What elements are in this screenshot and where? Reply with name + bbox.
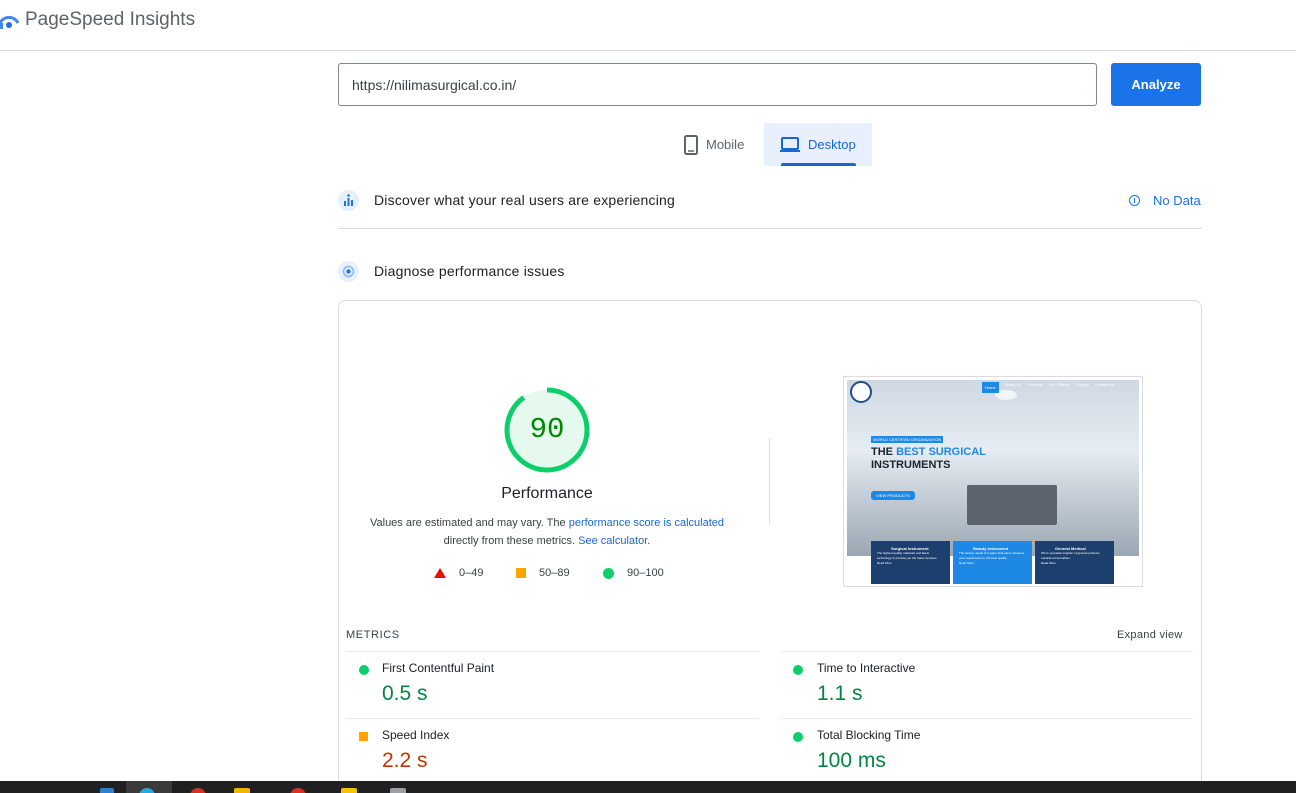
- edge-icon[interactable]: [100, 788, 114, 793]
- metric-value-speed-index: 2.2 s: [382, 749, 428, 772]
- thumb-box-text: The highest quality materials and latest…: [877, 551, 938, 560]
- thumb-heading-highlight: BEST SURGICAL: [896, 446, 986, 458]
- page-screenshot-thumbnail: Home About Us Products Our Offices Enqui…: [843, 376, 1143, 587]
- os-taskbar: [0, 781, 1296, 793]
- laptop-icon: [780, 136, 800, 152]
- no-data-label: No Data: [1153, 193, 1201, 208]
- tab-mobile-label: Mobile: [706, 137, 745, 152]
- thumb-box-more: Read More: [1041, 561, 1056, 565]
- desc-text-1: Values are estimated and may vary. The: [369, 517, 569, 529]
- thumb-nav-item: Products: [1027, 382, 1043, 387]
- operating-table-shape: [967, 485, 1057, 525]
- desc-text-2: directly from these metrics.: [443, 535, 579, 547]
- metric-label-fcp: First Contentful Paint: [382, 661, 495, 675]
- thumbnail-button: VIEW PRODUCTS: [871, 491, 915, 500]
- tab-selected-indicator: [781, 163, 856, 166]
- desc-end: .: [647, 535, 651, 547]
- metric-value-fcp: 0.5 s: [382, 682, 428, 705]
- metric-divider: [346, 718, 759, 719]
- thumb-box-more: Read More: [959, 561, 974, 565]
- thumbnail-box: Surgical Instrument The highest quality …: [871, 541, 950, 584]
- square-icon: [516, 568, 526, 578]
- thumbnail-nav: Home About Us Products Our Offices Enqui…: [982, 382, 1114, 393]
- thumb-nav-item: Home: [982, 382, 999, 393]
- metric-value-tti: 1.1 s: [817, 682, 863, 705]
- performance-description: Values are estimated and may vary. The p…: [358, 514, 736, 550]
- legend-good: 90–100: [603, 567, 664, 579]
- app-header: PageSpeed Insights: [0, 0, 1296, 51]
- tab-desktop[interactable]: Desktop: [764, 123, 872, 166]
- thumb-box-more: Read More: [877, 561, 892, 565]
- triangle-icon: [434, 568, 446, 578]
- legend-average: 50–89: [516, 567, 570, 579]
- no-data-status[interactable]: No Data: [1129, 193, 1201, 208]
- expand-view-toggle[interactable]: Expand view: [1117, 629, 1183, 641]
- good-circle-icon: [359, 665, 369, 675]
- see-calculator-link[interactable]: See calculator: [578, 535, 647, 547]
- thumb-heading-part: THE: [871, 446, 897, 458]
- thumbnail-box: General Medical We're specialist supplie…: [1035, 541, 1114, 584]
- good-circle-icon: [793, 665, 803, 675]
- app-icon[interactable]: [390, 788, 406, 793]
- info-icon: [1129, 195, 1140, 206]
- card-vertical-divider: [769, 438, 770, 524]
- metric-divider: [346, 651, 759, 652]
- field-data-title: Discover what your real users are experi…: [374, 192, 675, 208]
- metric-label-speed-index: Speed Index: [382, 728, 450, 742]
- thumb-box-text: The beauty needs of a salon best serve w…: [959, 551, 1025, 560]
- circle-icon: [603, 567, 614, 579]
- thumbnail-tag: WORLD CERTIFIED ORGANIZATION: [871, 436, 944, 443]
- performance-label: Performance: [501, 485, 593, 502]
- score-calculated-link[interactable]: performance score is calculated: [569, 517, 724, 529]
- thumb-heading-part: INSTRUMENTS: [871, 459, 951, 471]
- thumbnail-box: Beauty Instrument The beauty needs of a …: [953, 541, 1032, 584]
- thumb-nav-item: About Us: [1004, 382, 1022, 387]
- mobile-phone-icon: [684, 134, 698, 155]
- metrics-title: METRICS: [346, 629, 400, 641]
- site-logo-icon: [850, 381, 872, 403]
- thumb-nav-item: Enquiry: [1075, 382, 1089, 387]
- tab-desktop-label: Desktop: [808, 137, 856, 152]
- legend-average-range: 50–89: [539, 567, 570, 579]
- metric-label-tbt: Total Blocking Time: [817, 728, 921, 742]
- brand-title[interactable]: PageSpeed Insights: [25, 9, 195, 31]
- chrome-icon[interactable]: [190, 788, 206, 793]
- legend-poor: 0–49: [434, 567, 483, 579]
- users-chart-icon: [338, 190, 359, 211]
- section-divider: [338, 228, 1202, 229]
- metric-value-tbt: 100 ms: [817, 749, 886, 772]
- thumb-box-text: We're specialist supplier of general pro…: [1041, 551, 1100, 560]
- metric-divider: [781, 651, 1193, 652]
- lab-data-title: Diagnose performance issues: [374, 263, 565, 279]
- legend-good-range: 90–100: [627, 567, 664, 579]
- legend-poor-range: 0–49: [459, 567, 484, 579]
- pagespeed-logo-icon[interactable]: [0, 9, 20, 31]
- performance-score: 90: [529, 413, 565, 446]
- average-square-icon: [359, 732, 368, 741]
- app-icon[interactable]: [290, 788, 306, 793]
- diagnose-icon: [338, 261, 359, 282]
- metric-divider: [781, 718, 1193, 719]
- app-icon[interactable]: [341, 788, 357, 793]
- tab-mobile[interactable]: Mobile: [672, 123, 762, 166]
- metric-label-tti: Time to Interactive: [817, 661, 916, 675]
- analyze-button[interactable]: Analyze: [1111, 63, 1201, 106]
- thumb-nav-item: Contact Us: [1094, 382, 1115, 387]
- thumb-nav-item: Our Offices: [1048, 382, 1070, 387]
- folder-icon[interactable]: [234, 788, 250, 793]
- good-circle-icon: [793, 732, 803, 742]
- thumbnail-heading: THE BEST SURGICAL INSTRUMENTS: [871, 446, 1011, 472]
- url-input[interactable]: [338, 63, 1097, 106]
